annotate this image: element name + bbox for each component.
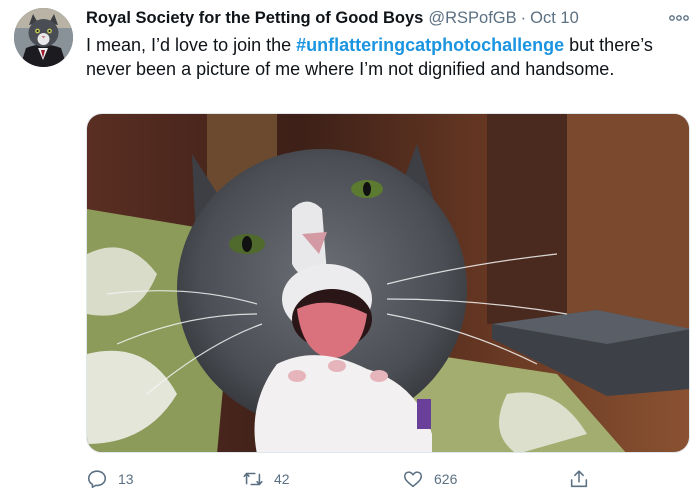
- tweet-header: Royal Society for the Petting of Good Bo…: [86, 9, 579, 31]
- tweet-text: I mean, I’d love to join the #unflatteri…: [86, 33, 676, 81]
- tweet-card[interactable]: Royal Society for the Petting of Good Bo…: [0, 0, 700, 499]
- reply-count: 13: [118, 471, 134, 487]
- author-handle[interactable]: @RSPofGB: [428, 9, 516, 28]
- separator-dot: ·: [520, 9, 527, 27]
- hashtag-link[interactable]: #unflatteringcatphotochallenge: [296, 35, 564, 55]
- like-count: 626: [434, 471, 458, 487]
- action-bar: 13 42 626: [0, 462, 700, 496]
- author-display-name[interactable]: Royal Society for the Petting of Good Bo…: [86, 9, 423, 28]
- share-button[interactable]: [568, 462, 590, 496]
- reply-button[interactable]: 13: [86, 462, 134, 496]
- heart-icon: [403, 471, 423, 488]
- retweet-count: 42: [274, 471, 290, 487]
- more-options-icon[interactable]: [668, 10, 690, 26]
- like-button[interactable]: 626: [402, 462, 457, 496]
- tweet-photo[interactable]: [86, 113, 690, 453]
- share-icon: [570, 470, 588, 488]
- cat-avatar-icon: [14, 8, 73, 67]
- cat-photo: [87, 114, 689, 452]
- reply-icon: [87, 470, 107, 489]
- retweet-icon: [243, 472, 263, 486]
- tweet-text-before: I mean, I’d love to join the: [86, 35, 297, 55]
- avatar[interactable]: [14, 8, 73, 67]
- tweet-date[interactable]: Oct 10: [530, 9, 579, 28]
- retweet-button[interactable]: 42: [242, 462, 290, 496]
